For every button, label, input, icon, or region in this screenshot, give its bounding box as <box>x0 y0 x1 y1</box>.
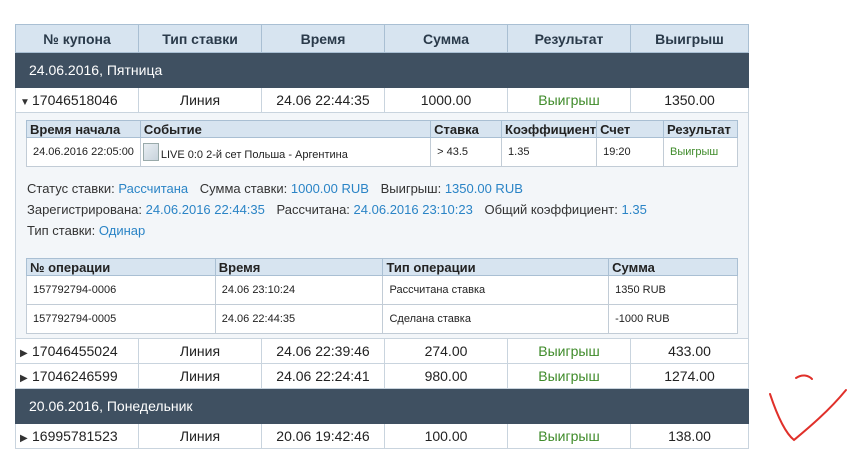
coupon-amount: 1000.00 <box>384 87 508 113</box>
col-amount[interactable]: Сумма <box>384 24 508 53</box>
coupon-detail-row: Время начала Событие Ставка Коэффициент … <box>15 112 749 339</box>
date-group-label: 20.06.2016, Понедельник <box>15 388 749 424</box>
op-time: 24.06 22:44:35 <box>214 304 384 334</box>
coupon-id[interactable]: 17046455024 <box>32 343 118 359</box>
coupon-type: Линия <box>138 363 262 389</box>
coupon-row[interactable]: ▶ 16995781523 Линия 20.06 19:42:46 100.00… <box>15 423 749 449</box>
col-payout[interactable]: Выигрыш <box>630 24 749 53</box>
coupons-table: № купона Тип ставки Время Сумма Результа… <box>15 24 749 449</box>
coupon-amount: 100.00 <box>384 423 508 449</box>
coupon-id[interactable]: 17046246599 <box>32 368 118 384</box>
op-id: 157792794-0006 <box>26 275 216 305</box>
op-col-time: Время <box>214 258 384 276</box>
event-row: 24.06.2016 22:05:00 LIVE 0:0 2-й сет Пол… <box>26 137 739 167</box>
coupons-panel: № купона Тип ставки Время Сумма Результа… <box>15 24 749 449</box>
col-result[interactable]: Результат <box>507 24 631 53</box>
op-col-type: Тип операции <box>382 258 610 276</box>
expand-triangle-icon[interactable]: ▶ <box>20 373 32 384</box>
coupon-time: 24.06 22:44:35 <box>261 87 385 113</box>
coupon-type: Линия <box>138 87 262 113</box>
event-col-result: Результат <box>662 120 739 138</box>
coupon-row[interactable]: ▶ 17046455024 Линия 24.06 22:39:46 274.00… <box>15 338 749 364</box>
coupon-id[interactable]: 17046518046 <box>32 92 118 108</box>
event-col-event: Событие <box>139 120 432 138</box>
coupon-detail: Время начала Событие Ставка Коэффициент … <box>16 113 748 338</box>
coupon-result: Выигрыш <box>507 87 631 113</box>
event-start: 24.06.2016 22:05:00 <box>26 137 141 167</box>
expand-triangle-icon[interactable]: ▶ <box>20 348 32 359</box>
col-coupon-number[interactable]: № купона <box>15 24 139 53</box>
coupon-type: Линия <box>138 423 262 449</box>
op-sum: -1000 RUB <box>608 304 738 334</box>
bet-sum: 1000.00 RUB <box>290 181 369 196</box>
event-coef: 1.35 <box>501 137 598 167</box>
col-bet-type[interactable]: Тип ставки <box>138 24 262 53</box>
op-sum: 1350 RUB <box>608 275 738 305</box>
date-group-row: 24.06.2016, Пятница <box>15 52 749 88</box>
event-col-score: Счет <box>596 120 664 138</box>
coupon-payout: 138.00 <box>630 423 749 449</box>
op-id: 157792794-0005 <box>26 304 216 334</box>
coupon-time: 24.06 22:24:41 <box>261 363 385 389</box>
date-group-label: 24.06.2016, Пятница <box>15 52 749 88</box>
event-bet: > 43.5 <box>430 137 503 167</box>
operations-table: № операции Время Тип операции Сумма 1577… <box>26 258 738 334</box>
op-col-sum: Сумма <box>608 258 738 276</box>
coupon-result: Выигрыш <box>507 363 631 389</box>
op-type: Сделана ставка <box>382 304 610 334</box>
event-header: Время начала Событие Ставка Коэффициент … <box>26 120 739 138</box>
op-col-id: № операции <box>26 258 216 276</box>
operation-row: 157792794-0006 24.06 23:10:24 Рассчитана… <box>26 275 738 305</box>
coupon-payout: 433.00 <box>630 338 749 364</box>
coupon-payout: 1274.00 <box>630 363 749 389</box>
coupon-result: Выигрыш <box>507 338 631 364</box>
collapse-triangle-icon[interactable]: ▼ <box>20 97 32 108</box>
coupon-result: Выигрыш <box>507 423 631 449</box>
coupon-row[interactable]: ▶ 17046246599 Линия 24.06 22:24:41 980.00… <box>15 363 749 389</box>
bet-type-value: Одинар <box>98 223 146 238</box>
col-time[interactable]: Время <box>261 24 385 53</box>
bet-calculated: 24.06.2016 23:10:23 <box>353 202 473 217</box>
event-col-bet: Ставка <box>430 120 503 138</box>
operations-header: № операции Время Тип операции Сумма <box>26 258 738 276</box>
red-checkmark-scribble <box>769 374 847 442</box>
operation-row: 157792794-0005 24.06 22:44:35 Сделана ст… <box>26 304 738 334</box>
expand-triangle-icon[interactable]: ▶ <box>20 433 32 444</box>
event-result: Выигрыш <box>662 137 739 167</box>
coupon-row[interactable]: ▼ 17046518046 Линия 24.06 22:44:35 1000.0… <box>15 87 749 113</box>
op-time: 24.06 23:10:24 <box>214 275 384 305</box>
bet-status: Рассчитана <box>118 181 189 196</box>
event-col-coef: Коэффициент <box>501 120 598 138</box>
bet-total-coef: 1.35 <box>621 202 647 217</box>
bet-info-line-3: Тип ставки: Одинар <box>27 223 146 238</box>
event-score: 19:20 <box>596 137 664 167</box>
bet-info-line-2: Зарегистрирована: 24.06.2016 22:44:35 Ра… <box>27 202 647 217</box>
coupon-payout: 1350.00 <box>630 87 749 113</box>
bet-win: 1350.00 RUB <box>444 181 523 196</box>
bet-info-line-1: Статус ставки: Рассчитана Сумма ставки: … <box>27 181 523 196</box>
coupon-type: Линия <box>138 338 262 364</box>
coupon-id[interactable]: 16995781523 <box>32 428 118 444</box>
bet-registered: 24.06.2016 22:44:35 <box>145 202 265 217</box>
date-group-row: 20.06.2016, Понедельник <box>15 388 749 424</box>
coupon-time: 24.06 22:39:46 <box>261 338 385 364</box>
table-header: № купона Тип ставки Время Сумма Результа… <box>15 24 749 53</box>
coupon-amount: 980.00 <box>384 363 508 389</box>
event-table: Время начала Событие Ставка Коэффициент … <box>26 120 739 167</box>
event-col-start: Время начала <box>26 120 141 138</box>
coupon-time: 20.06 19:42:46 <box>261 423 385 449</box>
op-type: Рассчитана ставка <box>382 275 610 305</box>
broken-image-icon <box>142 143 159 161</box>
coupon-amount: 274.00 <box>384 338 508 364</box>
event-name: LIVE 0:0 2-й сет Польша - Аргентина <box>160 149 348 161</box>
